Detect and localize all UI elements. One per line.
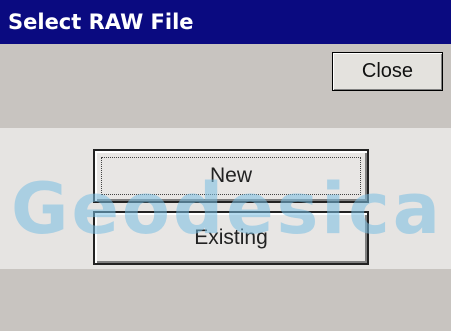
new-button[interactable]: New <box>93 149 369 203</box>
window-title: Select RAW File <box>0 0 451 44</box>
close-button[interactable]: Close <box>332 52 443 91</box>
existing-button-label: Existing <box>194 226 268 249</box>
bottom-area <box>0 269 451 331</box>
existing-button[interactable]: Existing <box>93 211 369 265</box>
focus-rectangle <box>101 157 361 195</box>
